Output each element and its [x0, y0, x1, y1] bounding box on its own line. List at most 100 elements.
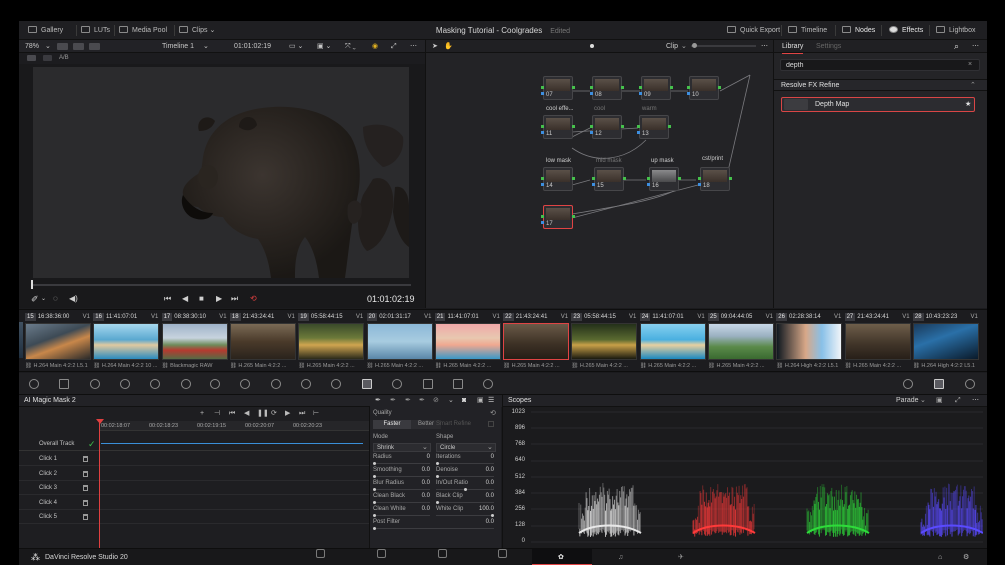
- black-clip-slider[interactable]: [436, 502, 494, 503]
- slider-knob[interactable]: [373, 514, 376, 517]
- clean-black-slider[interactable]: [373, 502, 430, 503]
- slider-knob[interactable]: [436, 462, 439, 465]
- tracker-icon[interactable]: [331, 379, 341, 389]
- slider-knob[interactable]: [436, 501, 439, 504]
- playhead[interactable]: [99, 421, 100, 548]
- node-13[interactable]: 13: [637, 115, 671, 139]
- picker-icon[interactable]: ✐: [31, 290, 39, 308]
- tools-icon[interactable]: ⤧ ⌄: [345, 40, 356, 53]
- chevron-down-icon[interactable]: ⌄: [41, 290, 46, 308]
- node-14[interactable]: 14: [541, 167, 575, 191]
- info-icon[interactable]: [965, 379, 975, 389]
- chevron-down-icon[interactable]: ⌄: [920, 395, 926, 407]
- hdr-wheels-icon[interactable]: [120, 379, 130, 389]
- clip-partial[interactable]: [19, 322, 23, 358]
- stop-button[interactable]: ■: [199, 290, 204, 308]
- clip-thumbnail[interactable]: 15 16:38:36:00 V1 ⛓ H.264 Main 4:2:2 L5.1: [25, 312, 91, 370]
- pen-minus-icon[interactable]: ✒: [390, 395, 396, 407]
- chevron-down-icon[interactable]: ⌄: [45, 40, 51, 53]
- click-track-row[interactable]: Click 2: [19, 467, 369, 481]
- node-07[interactable]: 07: [541, 76, 575, 100]
- track-both-icon[interactable]: ⟳: [271, 407, 277, 421]
- delete-icon[interactable]: [83, 514, 88, 520]
- clip-thumbnail[interactable]: 18 21:43:24:41 V1 ⛓ H.265 Main 4:2:2 ...: [229, 312, 296, 370]
- color-wheels-icon[interactable]: [90, 379, 100, 389]
- delete-icon[interactable]: [83, 456, 88, 462]
- delete-icon[interactable]: [83, 500, 88, 506]
- clip-thumbnail[interactable]: 20 02:01:31:17 V1 ⛓ H.265 Main 4:2:2 ...: [366, 312, 433, 370]
- timeline-selector[interactable]: Timeline 1: [162, 40, 194, 53]
- last-frame-button[interactable]: ⏭: [231, 290, 238, 308]
- delete-icon[interactable]: [83, 471, 88, 477]
- color-page-icon[interactable]: ✿: [558, 549, 564, 565]
- pen-icon[interactable]: ✒: [375, 395, 381, 407]
- more-options-icon[interactable]: ⋯: [972, 40, 979, 53]
- clip-thumbnail[interactable]: 16 11:41:07:01 V1 ⛓ H.264 Main 4:2:2 10 ...: [93, 312, 160, 370]
- motion-effects-icon[interactable]: [181, 379, 191, 389]
- more-options-icon[interactable]: ⋯: [972, 395, 979, 407]
- smoothing-slider[interactable]: [373, 476, 430, 477]
- add-keyframe-icon[interactable]: +: [200, 407, 204, 421]
- node-editor[interactable]: ➤ ✋ Clip ⌄ ⋯ 07 08 09 10 cool effe... 11…: [425, 40, 774, 308]
- slider-knob[interactable]: [373, 475, 376, 478]
- fx-item-depth-map[interactable]: Depth Map ★: [781, 97, 975, 112]
- scrubber-playhead[interactable]: [31, 280, 33, 289]
- slider-knob[interactable]: [436, 475, 439, 478]
- node-18[interactable]: 18: [698, 167, 732, 191]
- timeline-button[interactable]: Timeline: [788, 21, 827, 40]
- view-mode-button[interactable]: [57, 40, 68, 53]
- home-icon[interactable]: ⌂: [938, 549, 942, 565]
- chevron-up-icon[interactable]: ⌃: [970, 80, 976, 91]
- reverse-button[interactable]: ◀: [182, 290, 188, 308]
- overlay-toggle-icon[interactable]: ◙: [462, 395, 466, 407]
- settings-gear-icon[interactable]: ⚙: [963, 549, 969, 565]
- curves-icon[interactable]: [210, 379, 220, 389]
- favorite-star-icon[interactable]: ★: [965, 98, 971, 111]
- radius-slider[interactable]: [373, 463, 430, 464]
- iterations-slider[interactable]: [436, 463, 494, 464]
- clip-thumbnail[interactable]: 28 10:43:23:23 V1 ⛓ H.264 High 4:2:2 L5.1: [912, 312, 979, 370]
- track-end-icon[interactable]: ⏭: [299, 407, 305, 421]
- fullscreen-icon[interactable]: ⤢: [391, 40, 397, 53]
- nodes-button[interactable]: Nodes: [842, 21, 875, 40]
- speaker-icon[interactable]: ◀): [69, 290, 78, 308]
- slider-knob[interactable]: [373, 527, 376, 530]
- viewer-scrubber[interactable]: [31, 284, 411, 286]
- toggle-icon[interactable]: [43, 55, 52, 61]
- deliver-page-icon[interactable]: ✈: [678, 549, 684, 565]
- quick-export-button[interactable]: Quick Export: [727, 21, 780, 40]
- scope-settings-icon[interactable]: ▣: [936, 395, 943, 407]
- slider-knob[interactable]: [491, 514, 494, 517]
- loop-button[interactable]: ⟲: [250, 290, 257, 308]
- clip-thumbnail[interactable]: 27 21:43:24:41 V1 ⛓ H.265 Main 4:2:2 ...: [844, 312, 911, 370]
- blur-radius-slider[interactable]: [373, 489, 430, 490]
- display-options-icon[interactable]: ▭ ⌄: [289, 40, 303, 53]
- key-icon[interactable]: [423, 379, 433, 389]
- delete-icon[interactable]: [83, 485, 88, 491]
- camera-raw-icon[interactable]: [29, 379, 39, 389]
- fusion-page-icon[interactable]: [498, 549, 507, 558]
- slider-knob[interactable]: [373, 501, 376, 504]
- slider-knob[interactable]: [373, 488, 376, 491]
- 3d-icon[interactable]: [483, 379, 493, 389]
- split-view-button[interactable]: [73, 40, 84, 53]
- expand-icon[interactable]: ⤢: [955, 395, 961, 407]
- slider-knob[interactable]: [373, 462, 376, 465]
- chevron-down-icon[interactable]: ⌄: [448, 395, 454, 407]
- settings-sliders-icon[interactable]: ☰: [488, 395, 494, 407]
- denoise-slider[interactable]: [436, 476, 494, 477]
- clip-thumbnail[interactable]: 24 11:41:07:01 V1 ⛓ H.265 Main 4:2:2 ...: [639, 312, 706, 370]
- clip-thumbnail[interactable]: 23 05:58:44:15 V1 ⛓ H.265 Main 4:2:2 ...: [571, 312, 638, 370]
- eraser-icon[interactable]: ✒: [419, 395, 425, 407]
- blur-icon[interactable]: [392, 379, 402, 389]
- mask-view-icon[interactable]: ▣: [477, 395, 484, 407]
- qualifier-icon[interactable]: [271, 379, 281, 389]
- highlight-icon[interactable]: ◌: [53, 290, 58, 308]
- chevron-down-icon[interactable]: ⌄: [203, 40, 209, 53]
- cut-page-icon[interactable]: [377, 549, 386, 558]
- slider-knob[interactable]: [464, 488, 467, 491]
- click-track-row[interactable]: Click 4: [19, 496, 369, 510]
- node-08[interactable]: 08: [590, 76, 624, 100]
- node-17[interactable]: 17: [541, 205, 575, 229]
- clip-thumbnail[interactable]: 26 02:28:38:14 V1 ⛓ H.264 High 4:2:2 L5.1: [776, 312, 843, 370]
